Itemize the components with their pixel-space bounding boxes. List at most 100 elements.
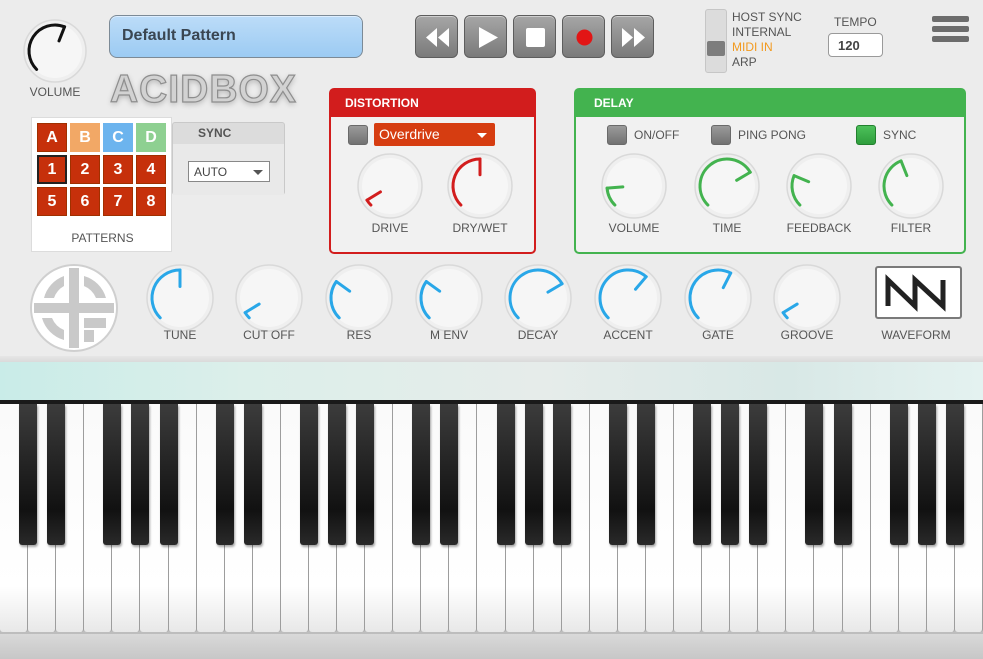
delay-ping-pong-checkbox[interactable]	[711, 125, 731, 145]
pattern-slot-1[interactable]: 1	[37, 155, 67, 184]
pattern-bank-c[interactable]: C	[103, 123, 133, 152]
decay-label: DECAY	[517, 328, 559, 342]
black-key[interactable]	[693, 404, 712, 545]
black-key[interactable]	[159, 404, 178, 545]
rewind-button[interactable]	[415, 15, 458, 58]
chevron-down-icon	[253, 170, 263, 175]
black-key[interactable]	[299, 404, 318, 545]
fast-forward-button[interactable]	[611, 15, 654, 58]
groove-knob[interactable]	[773, 264, 841, 332]
m-env-knob[interactable]	[415, 264, 483, 332]
pattern-slot-4[interactable]: 4	[136, 155, 166, 184]
delay-ping-pong-label: PING PONG	[738, 128, 807, 142]
delay-feedback-knob[interactable]	[786, 153, 852, 219]
acidbox-logo: ACIDBOX	[109, 67, 297, 111]
delay-time-knob[interactable]	[694, 153, 760, 219]
pattern-slot-7[interactable]: 7	[103, 187, 133, 216]
black-key[interactable]	[552, 404, 571, 545]
black-key[interactable]	[131, 404, 150, 545]
black-key[interactable]	[440, 404, 459, 545]
black-key[interactable]	[608, 404, 627, 545]
black-key[interactable]	[524, 404, 543, 545]
keyboard-glow-strip	[0, 362, 983, 402]
drive-knob[interactable]	[357, 153, 423, 219]
black-key[interactable]	[889, 404, 908, 545]
waveform-button[interactable]	[875, 266, 962, 319]
keyboard-base	[0, 634, 983, 659]
delay-panel: DELAY ON/OFF PING PONG SYNC VOLUME TIME …	[574, 88, 966, 254]
pattern-slot-8[interactable]: 8	[136, 187, 166, 216]
pattern-name-field[interactable]: Default Pattern	[109, 15, 363, 58]
sync-mode-switch[interactable]	[705, 9, 727, 73]
tune-knob[interactable]	[146, 264, 214, 332]
gate-knob[interactable]	[684, 264, 752, 332]
volume-knob-dial[interactable]	[23, 19, 87, 83]
black-key[interactable]	[917, 404, 936, 545]
distortion-panel: DISTORTION Overdrive DRIVE DRY/WET	[329, 88, 536, 254]
pattern-slot-5[interactable]: 5	[37, 187, 67, 216]
sync-option-midi-in[interactable]: MIDI IN	[732, 40, 773, 54]
play-button[interactable]	[464, 15, 507, 58]
sync-option-arp[interactable]: ARP	[732, 55, 757, 69]
pattern-bank-a[interactable]: A	[37, 123, 67, 152]
delay-sync-label: SYNC	[883, 128, 917, 142]
black-key[interactable]	[19, 404, 38, 545]
piano-keyboard	[0, 404, 983, 634]
black-key[interactable]	[636, 404, 655, 545]
pattern-sync-label: SYNC	[198, 126, 232, 140]
accent-knob[interactable]	[594, 264, 662, 332]
play-icon	[479, 27, 498, 48]
distortion-type-value: Overdrive	[379, 126, 440, 142]
black-key[interactable]	[805, 404, 824, 545]
volume-knob[interactable]	[20, 16, 90, 86]
record-button[interactable]	[562, 15, 605, 58]
pattern-slot-2[interactable]: 2	[70, 155, 100, 184]
patterns-panel: A B C D 1 2 3 4 5 6 7 8 PATTERNS	[31, 117, 172, 252]
delay-filter-knob[interactable]	[878, 153, 944, 219]
hamburger-menu-icon[interactable]	[932, 16, 969, 43]
fast-forward-icon	[622, 28, 645, 47]
black-key[interactable]	[328, 404, 347, 545]
sync-option-internal[interactable]: INTERNAL	[732, 25, 791, 39]
delay-on-off-label: ON/OFF	[634, 128, 680, 142]
rewind-icon	[426, 28, 449, 47]
pattern-sync-value: AUTO	[194, 165, 228, 179]
distortion-type-select[interactable]: Overdrive	[374, 123, 495, 146]
dry-wet-knob[interactable]	[447, 153, 513, 219]
black-key[interactable]	[412, 404, 431, 545]
stop-button[interactable]	[513, 15, 556, 58]
pattern-slot-3[interactable]: 3	[103, 155, 133, 184]
m-env-label: M ENV	[429, 328, 468, 342]
res-knob[interactable]	[325, 264, 393, 332]
tune-label: TUNE	[163, 328, 197, 342]
pattern-bank-d[interactable]: D	[136, 123, 166, 152]
sawtooth-wave-icon	[885, 274, 946, 312]
sync-option-host-sync[interactable]: HOST SYNC	[732, 10, 802, 24]
drive-label: DRIVE	[371, 221, 409, 235]
delay-on-off-checkbox[interactable]	[607, 125, 627, 145]
distortion-enable-checkbox[interactable]	[348, 125, 368, 145]
delay-sync-checkbox[interactable]	[856, 125, 876, 145]
black-key[interactable]	[215, 404, 234, 545]
black-key[interactable]	[103, 404, 122, 545]
black-key[interactable]	[47, 404, 66, 545]
chevron-down-icon	[477, 133, 487, 138]
sync-mode-switch-thumb[interactable]	[707, 41, 725, 56]
black-key[interactable]	[749, 404, 768, 545]
pattern-bank-b[interactable]: B	[70, 123, 100, 152]
black-key[interactable]	[721, 404, 740, 545]
black-key[interactable]	[356, 404, 375, 545]
cutoff-label: CUT OFF	[243, 328, 295, 342]
black-key[interactable]	[833, 404, 852, 545]
decay-knob[interactable]	[504, 264, 572, 332]
pattern-slot-6[interactable]: 6	[70, 187, 100, 216]
record-icon	[576, 29, 593, 46]
acidbox-synth: VOLUME Default Pattern ACIDBOX HOST SYNC…	[0, 0, 983, 659]
cutoff-knob[interactable]	[235, 264, 303, 332]
tempo-input[interactable]: 120	[828, 33, 883, 57]
black-key[interactable]	[945, 404, 964, 545]
delay-volume-knob[interactable]	[601, 153, 667, 219]
black-key[interactable]	[496, 404, 515, 545]
pattern-sync-select[interactable]: AUTO	[188, 161, 270, 182]
black-key[interactable]	[243, 404, 262, 545]
